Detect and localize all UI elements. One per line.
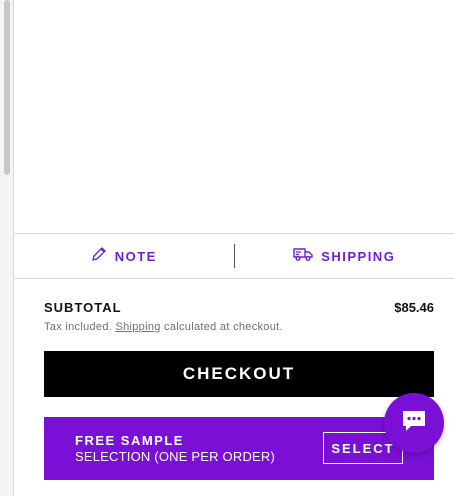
- truck-icon: [293, 246, 313, 267]
- chat-launcher-button[interactable]: [384, 393, 444, 453]
- tab-shipping[interactable]: SHIPPING: [235, 234, 454, 278]
- subtotal-amount: $85.46: [394, 300, 434, 315]
- subtotal-row: SUBTOTAL $85.46: [44, 300, 434, 315]
- scrollbar-thumb[interactable]: [4, 0, 10, 175]
- cart-tabs: NOTE SHIPPING: [14, 233, 454, 279]
- tab-note[interactable]: NOTE: [14, 234, 234, 278]
- chat-icon: [399, 406, 429, 441]
- tax-note: Tax included. Shipping calculated at che…: [44, 321, 434, 333]
- free-sample-title: FREE SAMPLE: [75, 433, 184, 448]
- left-scroll-rail: [0, 0, 14, 496]
- checkout-button[interactable]: CHECKOUT: [44, 351, 434, 397]
- tab-note-label: NOTE: [114, 248, 157, 264]
- pencil-icon: [91, 246, 107, 267]
- tax-suffix: calculated at checkout.: [164, 321, 283, 333]
- tax-prefix: Tax included.: [44, 321, 113, 333]
- tab-shipping-label: SHIPPING: [321, 248, 396, 264]
- subtotal-label: SUBTOTAL: [44, 300, 122, 315]
- shipping-policy-link[interactable]: Shipping: [115, 321, 160, 333]
- cart-items-area: [14, 0, 454, 232]
- free-sample-subtitle: SELECTION (ONE PER ORDER): [75, 449, 276, 464]
- free-sample-banner: FREE SAMPLE SELECTION (ONE PER ORDER) SE…: [44, 417, 434, 480]
